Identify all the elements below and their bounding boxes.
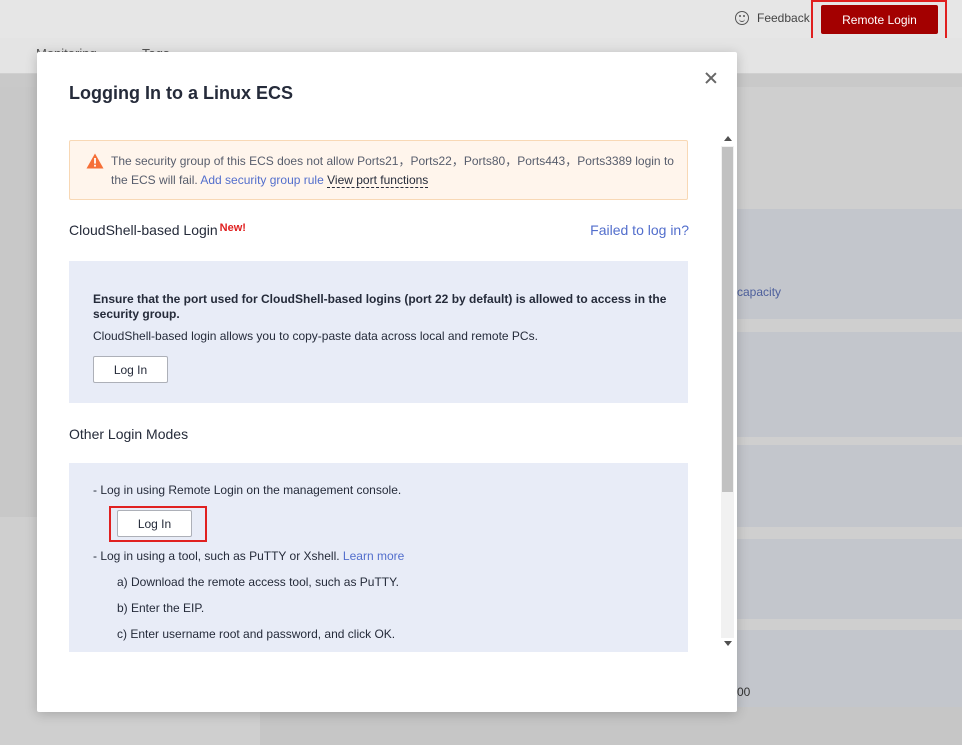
scroll-up-icon[interactable] — [724, 136, 732, 141]
remote-login-button[interactable]: Remote Login — [821, 5, 938, 34]
close-icon[interactable] — [703, 70, 719, 86]
cloudshell-section-title: CloudShell-based Login New! — [69, 222, 246, 238]
add-security-group-rule-link[interactable]: Add security group rule — [200, 173, 323, 187]
cloudshell-description: CloudShell-based login allows you to cop… — [93, 329, 538, 343]
view-port-functions-link[interactable]: View port functions — [327, 173, 429, 188]
cloudshell-port-note: Ensure that the port used for CloudShell… — [93, 292, 667, 321]
bg-panel-bottom — [260, 707, 962, 745]
new-badge: New! — [219, 222, 246, 234]
remote-login-instruction: - Log in using Remote Login on the manag… — [93, 483, 402, 497]
bg-panel-right-1 — [737, 209, 962, 319]
feedback-link[interactable]: Feedback — [735, 11, 810, 25]
security-warning: The security group of this ECS does not … — [69, 140, 688, 200]
dialog-body: The security group of this ECS does not … — [69, 140, 689, 652]
scroll-thumb[interactable] — [722, 147, 733, 492]
login-dialog: Logging In to a Linux ECS The security g… — [37, 52, 737, 712]
cloudshell-box: Ensure that the port used for CloudShell… — [69, 261, 688, 403]
bg-panel-right-3 — [737, 445, 962, 527]
feedback-smile-icon — [735, 11, 749, 25]
feedback-label: Feedback — [757, 11, 810, 25]
remote-login-log-in-button[interactable]: Log In — [117, 510, 192, 537]
learn-more-link[interactable]: Learn more — [343, 549, 404, 563]
bg-panel-right-5 — [737, 630, 962, 710]
step-enter-eip: b) Enter the EIP. — [117, 601, 205, 615]
warning-icon — [86, 153, 104, 169]
bg-value-text: 00 — [737, 685, 751, 699]
step-enter-credentials: c) Enter username root and password, and… — [117, 627, 396, 641]
dialog-scrollbar[interactable] — [720, 132, 736, 652]
other-login-box: - Log in using Remote Login on the manag… — [69, 463, 688, 652]
tool-login-text: - Log in using a tool, such as PuTTY or … — [93, 549, 340, 563]
bg-panel-right-4 — [737, 539, 962, 619]
warning-text: The security group of this ECS does not … — [111, 152, 681, 190]
bg-capacity-link[interactable]: capacity — [737, 285, 781, 299]
other-login-modes-title: Other Login Modes — [69, 426, 189, 442]
tool-login-instruction: - Log in using a tool, such as PuTTY or … — [93, 549, 404, 563]
scroll-down-icon[interactable] — [724, 641, 732, 646]
dialog-title: Logging In to a Linux ECS — [69, 83, 293, 103]
cloudshell-title: CloudShell-based Login — [69, 222, 218, 238]
step-download-tool: a) Download the remote access tool, such… — [117, 575, 399, 589]
cloudshell-login-button[interactable]: Log In — [93, 356, 168, 383]
failed-to-log-in-link[interactable]: Failed to log in? — [590, 222, 689, 238]
bg-panel-right-2 — [737, 332, 962, 437]
